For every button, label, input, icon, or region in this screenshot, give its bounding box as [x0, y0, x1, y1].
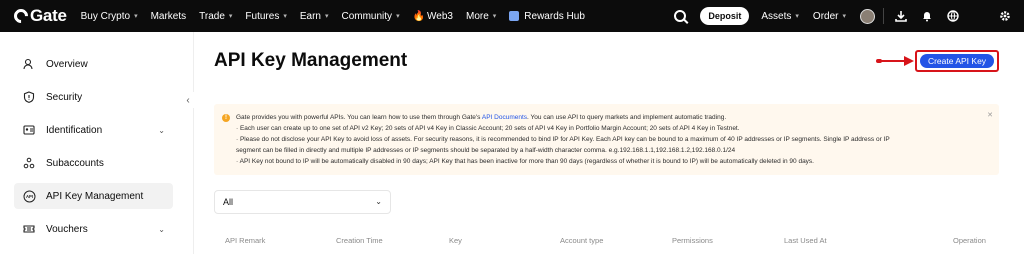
sidebar-item-identification[interactable]: Identification ⌄ — [14, 117, 173, 143]
chevron-left-icon: ‹ — [186, 94, 190, 106]
column-last-used-at: Last Used At — [784, 236, 827, 245]
sidebar-item-security[interactable]: Security — [14, 84, 173, 110]
avatar[interactable] — [860, 8, 875, 24]
nav-earn[interactable]: Earn ▾ — [300, 11, 329, 22]
chevron-down-icon: ▾ — [134, 13, 138, 20]
gate-logo-icon — [11, 6, 31, 26]
download-icon[interactable] — [894, 9, 908, 23]
nav-divider — [883, 8, 884, 24]
nav-trade[interactable]: Trade ▾ — [199, 11, 232, 22]
api-icon: API — [22, 189, 36, 203]
id-card-icon — [22, 123, 36, 137]
sidebar-item-label: API Key Management — [46, 190, 144, 202]
notice-line-5: · API Key not bound to IP will be automa… — [236, 158, 814, 165]
moon-icon[interactable] — [972, 9, 986, 23]
notice-line-2: · Each user can create up to one set of … — [236, 125, 740, 132]
chevron-down-icon: ▾ — [324, 13, 329, 20]
subaccounts-icon — [22, 156, 36, 170]
fire-icon: 🔥 — [412, 10, 426, 22]
notice-line-3: · Please do not disclose your API Key to… — [236, 136, 890, 143]
nav-futures[interactable]: Futures ▾ — [245, 11, 286, 22]
nav-community[interactable]: Community ▾ — [341, 11, 399, 22]
nav-web3[interactable]: 🔥 Web3 — [413, 11, 453, 22]
search-icon[interactable] — [674, 10, 687, 22]
chevron-down-icon: ▾ — [795, 13, 799, 20]
rewards-cube-icon — [509, 11, 520, 21]
column-creation-time: Creation Time — [336, 236, 383, 245]
user-icon — [22, 57, 36, 71]
column-api-remark: API Remark — [225, 236, 266, 245]
chevron-down-icon: ▾ — [228, 13, 233, 20]
sidebar-item-label: Vouchers — [46, 223, 88, 235]
info-icon: ! — [222, 114, 230, 122]
chevron-down-icon: ▾ — [396, 13, 400, 20]
voucher-icon — [22, 222, 36, 236]
sidebar-item-label: Subaccounts — [46, 157, 104, 169]
column-operation: Operation — [953, 236, 986, 245]
chevron-down-icon: ⌄ — [375, 197, 382, 206]
deposit-button[interactable]: Deposit — [700, 7, 750, 25]
chevron-down-icon: ⌄ — [158, 224, 165, 234]
annotation-arrow-head — [904, 56, 914, 66]
logo-text: Gate — [30, 6, 67, 25]
nav-right: Deposit Assets ▾ Order ▾ — [674, 0, 1024, 32]
sidebar-item-overview[interactable]: Overview — [14, 51, 173, 77]
nav-rewards-hub[interactable]: Rewards Hub — [509, 11, 585, 22]
chevron-down-icon: ▾ — [842, 13, 846, 20]
nav-order[interactable]: Order ▾ — [813, 11, 846, 22]
top-nav: Gate Buy Crypto ▾ Markets Trade ▾ Futures ▾… — [0, 0, 1024, 32]
notice-line-4: segment can be filled in directly and mu… — [236, 147, 736, 154]
sidebar-item-api-key-management[interactable]: API API Key Management — [14, 183, 173, 209]
sidebar-item-label: Identification — [46, 124, 103, 136]
table-header: API Remark Creation Time Key Account typ… — [214, 236, 999, 248]
sidebar-item-vouchers[interactable]: Vouchers ⌄ — [14, 216, 173, 242]
sidebar-item-label: Overview — [46, 58, 88, 70]
column-key: Key — [449, 236, 462, 245]
close-icon[interactable]: ✕ — [987, 110, 993, 121]
sidebar: ‹ Overview Security Identification ⌄ Sub… — [0, 32, 196, 254]
nav-menu: Buy Crypto ▾ Markets Trade ▾ Futures ▾ Earn… — [81, 0, 598, 32]
create-api-key-button[interactable]: Create API Key — [920, 54, 994, 68]
page-title: API Key Management — [214, 50, 408, 71]
nav-markets[interactable]: Markets — [151, 11, 187, 22]
sidebar-item-subaccounts[interactable]: Subaccounts — [14, 150, 173, 176]
column-permissions: Permissions — [672, 236, 713, 245]
chevron-down-icon: ▾ — [492, 13, 497, 20]
globe-icon[interactable] — [946, 9, 960, 23]
select-value: All — [223, 197, 234, 207]
gate-logo[interactable]: Gate — [11, 0, 67, 32]
sidebar-collapse-button[interactable]: ‹ — [180, 92, 196, 108]
api-notice-banner: ! ✕ Gate provides you with powerful APIs… — [214, 104, 999, 175]
nav-assets[interactable]: Assets ▾ — [761, 11, 799, 22]
account-filter-select[interactable]: All ⌄ — [214, 190, 391, 214]
create-api-key-highlight: Create API Key — [915, 50, 999, 72]
nav-buy-crypto[interactable]: Buy Crypto ▾ — [81, 11, 138, 22]
sidebar-item-label: Security — [46, 91, 83, 103]
api-documents-link[interactable]: API Documents — [482, 114, 527, 121]
column-account-type: Account type — [560, 236, 604, 245]
chevron-down-icon: ▾ — [283, 13, 287, 20]
settings-icon[interactable] — [998, 9, 1012, 23]
bell-icon[interactable] — [920, 9, 934, 23]
notice-line-1: Gate provides you with powerful APIs. Yo… — [236, 114, 727, 121]
chevron-down-icon: ⌄ — [158, 125, 165, 135]
nav-more[interactable]: More ▾ — [466, 11, 496, 22]
svg-text:API: API — [26, 194, 33, 199]
shield-icon — [22, 90, 36, 104]
